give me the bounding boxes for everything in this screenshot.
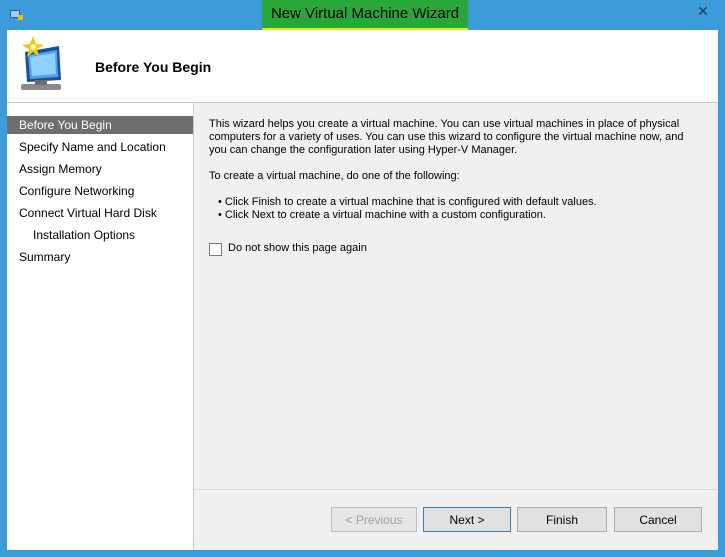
wizard-content: This wizard helps you create a virtual m… xyxy=(194,103,718,491)
footer-divider xyxy=(194,489,718,490)
nav-step-specify-name-and-location[interactable]: Specify Name and Location xyxy=(7,138,193,156)
virtual-machine-icon xyxy=(21,36,61,90)
do-not-show-checkbox[interactable] xyxy=(209,243,222,256)
wizard-header: Before You Begin xyxy=(7,30,718,102)
nav-step-installation-options[interactable]: Installation Options xyxy=(7,226,193,244)
do-not-show-label[interactable]: Do not show this page again xyxy=(228,242,367,254)
bullet-next: • Click Next to create a virtual machine… xyxy=(218,209,546,221)
title-bar: New Virtual Machine Wizard ✕ xyxy=(0,0,725,37)
nav-step-configure-networking[interactable]: Configure Networking xyxy=(7,182,193,200)
nav-step-before-you-begin[interactable]: Before You Begin xyxy=(7,116,193,134)
hyper-v-app-icon[interactable] xyxy=(9,8,23,20)
cancel-button[interactable]: Cancel xyxy=(614,507,702,532)
finish-button[interactable]: Finish xyxy=(517,507,607,532)
wizard-body: Before You Begin Specify Name and Locati… xyxy=(7,102,718,550)
bullet-finish: • Click Finish to create a virtual machi… xyxy=(218,196,597,208)
next-button[interactable]: Next > xyxy=(423,507,511,532)
close-button[interactable]: ✕ xyxy=(690,2,716,20)
instruction-text: To create a virtual machine, do one of t… xyxy=(209,170,460,182)
intro-text: This wizard helps you create a virtual m… xyxy=(209,118,684,156)
previous-button[interactable]: < Previous xyxy=(331,507,417,532)
nav-step-summary[interactable]: Summary xyxy=(7,248,193,266)
nav-step-assign-memory[interactable]: Assign Memory xyxy=(7,160,193,178)
wizard-steps-nav: Before You Begin Specify Name and Locati… xyxy=(7,103,194,550)
window-title: New Virtual Machine Wizard xyxy=(262,0,468,28)
close-icon: ✕ xyxy=(697,3,709,19)
nav-step-connect-virtual-hard-disk[interactable]: Connect Virtual Hard Disk xyxy=(7,204,193,222)
page-title: Before You Begin xyxy=(95,59,212,75)
